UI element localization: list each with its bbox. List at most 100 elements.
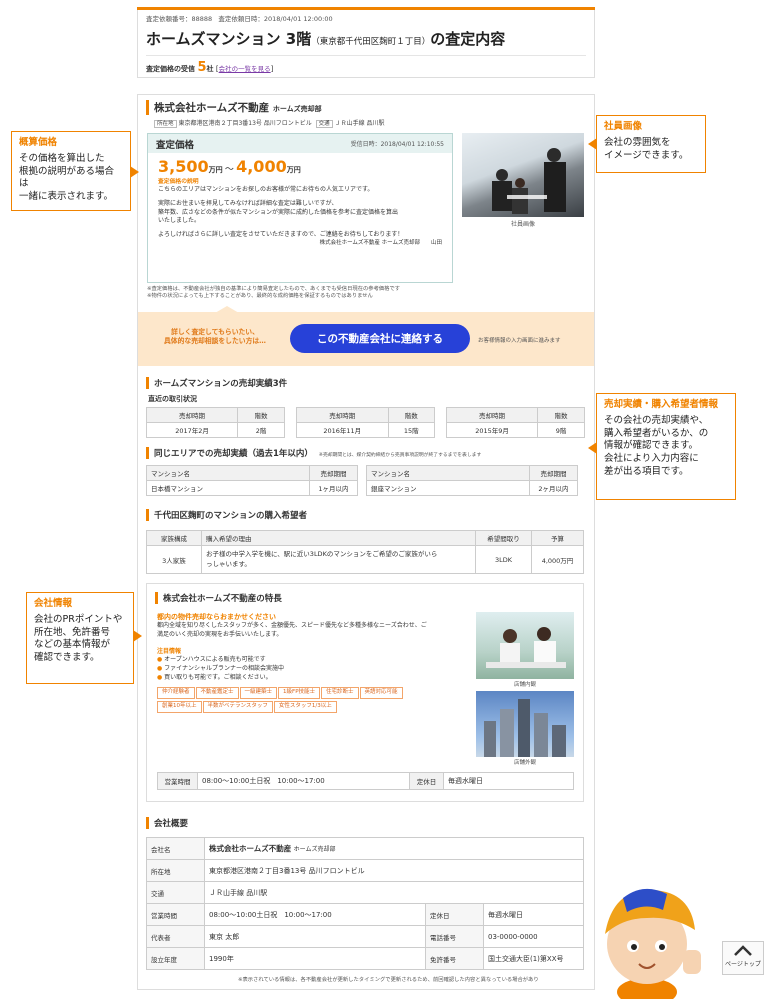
sales-table-2: 売却時期 階数 2016年11月 15階 — [296, 407, 436, 438]
received-count-row: 査定価格の受信 5社 [会社の一覧を見る] — [146, 55, 586, 75]
area-heading: 同じエリアでの売却実績（過去1年以内） — [146, 447, 313, 459]
callout-sales: 売却実績・購入希望者情報 その会社の売却実績や、 購入希望者がいるか、の 情報が… — [596, 393, 736, 500]
estimate-notes: ※査定価格は、不動産会社が独自の基準により簡易査定したもので、あくまでも受信日現… — [147, 286, 587, 301]
overview-footnote: ※表示されている情報は、各不動産会社が更新したタイミングで更新されるため、前回確… — [238, 977, 539, 983]
callout-staff: 社員画像 会社の雰囲気を イメージできます。 — [596, 115, 706, 173]
overview-hours: 08:00～10:00土日祝 10:00～17:00 — [204, 903, 426, 926]
overview-est-label: 設立年度 — [146, 947, 205, 970]
sales-floor: 9階 — [537, 422, 585, 438]
overview-license-label: 免許番号 — [425, 947, 484, 970]
overview-name: 株式会社ホームズ不動産 — [209, 844, 292, 853]
overview-holiday: 毎週水曜日 — [483, 903, 584, 926]
estimate-price: 3,500万円 ～ 4,000万円 — [148, 153, 452, 176]
staff-photo — [462, 133, 584, 217]
callout-company-pointer-icon — [133, 630, 142, 642]
price-low-unit: 万円 — [208, 166, 223, 174]
area-col-period: 売却期間 — [309, 465, 358, 481]
buyers-budget: 4,000万円 — [531, 545, 584, 574]
overview-hours-label: 営業時間 — [146, 903, 205, 926]
mascot-character-icon — [605, 888, 701, 999]
sales-col-floor: 階数 — [237, 407, 285, 423]
buyers-layout: 3LDK — [475, 545, 532, 574]
request-date-label: 査定依頼日時： — [218, 15, 264, 23]
sales-time: 2015年9月 — [445, 422, 539, 438]
callout-sales-line: 購入希望者がいるか、の — [604, 427, 709, 439]
area-tables: マンション名 売却期間 日本橋マンション 1ヶ月以内 マンション名 売却期間 銀座マンショ… — [146, 465, 586, 496]
store-interior-caption: 店舗内観 — [513, 682, 536, 688]
sales-table-3: 売却時期 階数 2015年9月 9階 — [445, 407, 585, 438]
sales-heading: ホームズマンションの売却実績3件 — [146, 377, 586, 389]
callout-staff-line: イメージできます。 — [604, 149, 689, 161]
cta-band: 詳しく査定してもらいたい、 具体的な売却相談をしたい方は… この不動産会社に連絡… — [138, 312, 594, 366]
chevron-up-icon — [734, 945, 752, 956]
company-branch: ホームズ売却部 — [272, 105, 322, 113]
features-heading: 株式会社ホームズ不動産の特長 — [155, 592, 282, 604]
features-notice-text: ファイナンシャルプランナーの相談会実施中 — [164, 664, 285, 672]
buyers-col-reason: 購入希望の理由 — [201, 530, 476, 546]
page-title-tail: の査定内容 — [430, 30, 506, 48]
overview-heading: 会社概要 — [146, 817, 584, 829]
buyers-section: 千代田区麹町のマンションの購入希望者 家族構成 購入希望の理由 希望間取り 予算… — [146, 509, 584, 574]
callout-company: 会社情報 会社のPRポイントや 所在地、免許番号 などの基本情報が 確認できます… — [26, 592, 134, 684]
estimate-note: ※物件の状況によっても上下することがあり、最終的な成約価格を保証するものではあり… — [147, 293, 373, 300]
callout-company-line: 所在地、免許番号 — [34, 626, 111, 638]
estimate-desc-line: こちらのエリアはマンションをお探しのお客様が常にお待ちの人気エリアです。 — [158, 186, 374, 194]
feature-tag: 住宅診断士 — [321, 687, 359, 700]
features-tags: 仲介経験者 不動産鑑定士 一級建築士 1級FP技能士 住宅診断士 英語対応可能 創業10年… — [157, 687, 472, 715]
buyers-col-family: 家族構成 — [146, 530, 202, 546]
store-exterior-caption: 店舗外観 — [513, 760, 536, 766]
feature-tag: 不動産鑑定士 — [195, 687, 239, 700]
company-list-link[interactable]: 会社の一覧を見る — [219, 65, 271, 73]
sales-tables: 売却時期 階数 2017年2月 2階 売却時期 階数 2016年11月 15階 売却時期 階数… — [145, 407, 586, 438]
sales-col-floor: 階数 — [387, 407, 436, 423]
estimate-box: 査定価格 受信日時：2018/04/01 12:10:55 3,500万円 ～ … — [147, 133, 453, 283]
area-mansion-name: 日本橋マンション — [146, 480, 310, 496]
price-high: 4,000 — [236, 157, 287, 176]
estimate-header: 査定価格 受信日時：2018/04/01 12:10:55 — [148, 134, 452, 153]
area-note: ※売却期間とは、媒介契約締結から売買事項説明が終了するまでを表します — [318, 453, 482, 458]
callout-company-title: 会社情報 — [34, 598, 73, 609]
request-no: 88888 — [191, 15, 213, 23]
features-notice-item: ● 買い取りも可能です。ご相談ください。 — [157, 673, 272, 681]
request-no-label: 査定依頼番号： — [146, 15, 192, 23]
overview-tel-label: 電話番号 — [425, 925, 484, 948]
buyers-family: 3人家族 — [146, 545, 202, 574]
callout-sales-pointer-icon — [588, 442, 597, 454]
area-col-name: マンション名 — [366, 465, 530, 481]
features-notice-text: オープンハウスによる販売も可能です — [164, 656, 266, 664]
page-top-button[interactable]: ページトップ — [722, 941, 764, 975]
sales-time: 2017年2月 — [145, 422, 239, 438]
overview-access: ＪＲ山手線 品川駅 — [204, 881, 584, 904]
address-tag: 所在地 — [154, 120, 177, 128]
contact-company-button[interactable]: この不動産会社に連絡する — [290, 324, 470, 353]
features-hours-table: 営業時間 08:00～10:00土日祝 10:00～17:00 定休日 毎週水曜… — [157, 772, 574, 790]
area-section: 同じエリアでの売却実績（過去1年以内） ※売却期間とは、媒介契約締結から売買事項… — [146, 447, 586, 496]
overview-address-label: 所在地 — [146, 859, 205, 882]
sales-col-time: 売却時期 — [145, 407, 239, 423]
sales-floor: 2階 — [237, 422, 285, 438]
feature-tag: 女性スタッフ1/3以上 — [273, 701, 337, 714]
estimate-desc-line: いたしました。 — [158, 217, 201, 225]
cta-lead: 詳しく査定してもらいたい、 具体的な売却相談をしたい方は… — [150, 328, 280, 346]
callout-sales-line: 差が出る項目です。 — [604, 466, 689, 478]
company-name-block: 株式会社ホームズ不動産 ホームズ売却部 所在地 東京都港区港南２丁目3番13号 … — [146, 100, 586, 128]
page-header: 査定依頼番号：88888 査定依頼日時：2018/04/01 12:00:00 … — [137, 10, 595, 78]
price-high-unit: 万円 — [286, 166, 301, 174]
feature-tag: 英語対応可能 — [359, 687, 403, 700]
received-label: 査定価格の受信 — [146, 65, 195, 73]
feature-tag: 1級FP技能士 — [278, 687, 321, 700]
cta-lead-line: 詳しく査定してもらいたい、 — [171, 328, 259, 336]
estimate-desc-line: 築年数、広さなどの条件が似たマンションが実際に成約した価格を参考に査定価格を算出 — [158, 208, 399, 216]
buyers-heading: 千代田区麹町のマンションの購入希望者 — [146, 509, 584, 521]
overview-name-label: 会社名 — [146, 837, 205, 860]
store-interior-photo — [476, 612, 574, 679]
area-period: 1ヶ月以内 — [309, 480, 358, 496]
sales-time: 2016年11月 — [296, 422, 389, 438]
area-table-1: マンション名 売却期間 日本橋マンション 1ヶ月以内 — [146, 465, 358, 496]
sales-col-floor: 階数 — [537, 407, 585, 423]
buyers-col-budget: 予算 — [531, 530, 584, 546]
overview-rep-label: 代表者 — [146, 925, 205, 948]
buyers-table: 家族構成 購入希望の理由 希望間取り 予算 3人家族 お子様の中学入学を機に、駅… — [146, 530, 584, 574]
access-tag: 交通 — [315, 120, 333, 128]
features-hours-label: 営業時間 — [157, 772, 198, 790]
